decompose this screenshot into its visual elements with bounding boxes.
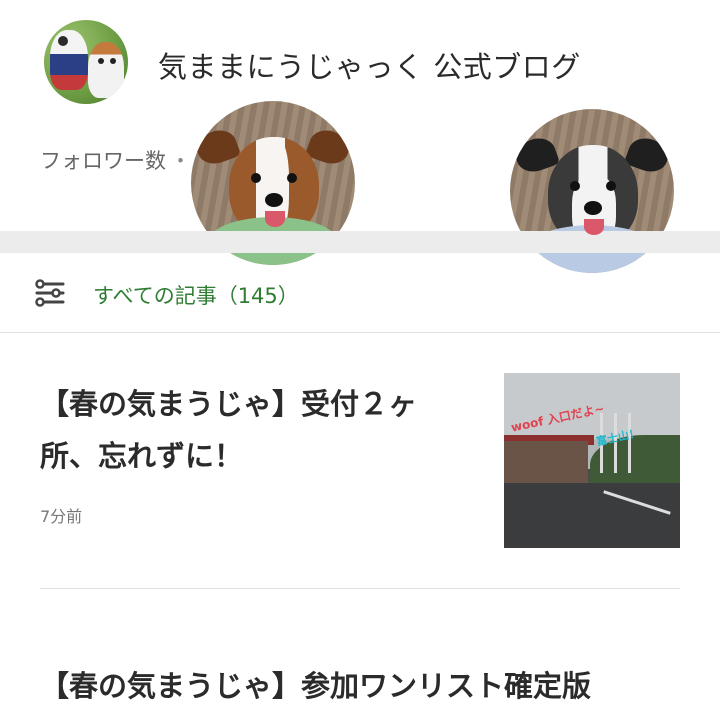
filter-sliders-icon[interactable] xyxy=(34,277,66,309)
blog-header: 気ままにうじゃっく 公式ブログ フォロワー数・ xyxy=(0,0,720,273)
thumbnail-parking-lot xyxy=(504,483,680,548)
follower-separator: ・ xyxy=(170,149,191,173)
all-articles-filter[interactable]: すべての記事（145） xyxy=(93,280,299,310)
dog-tongue xyxy=(265,211,285,227)
article-thumbnail[interactable]: woof 入口だよ~ 富士山！ xyxy=(504,373,680,548)
dog-eye xyxy=(287,173,297,183)
dog-tongue xyxy=(584,219,604,235)
section-divider xyxy=(0,231,720,253)
article-filter-bar[interactable]: すべての記事（145） xyxy=(0,253,720,333)
article-list-item[interactable]: 【春の気まうじゃ】参加ワンリスト確定版 xyxy=(40,660,680,720)
follower-count[interactable]: フォロワー数・ xyxy=(40,145,191,175)
avatar-dog-right xyxy=(88,42,124,98)
blog-title[interactable]: 気ままにうじゃっく 公式ブログ xyxy=(158,44,581,86)
dog-eye xyxy=(251,173,261,183)
dog-eye xyxy=(570,181,580,191)
avatar-dog-left xyxy=(50,30,88,90)
article-title[interactable]: 【春の気まうじゃ】受付２ヶ所、忘れずに！ xyxy=(40,378,470,482)
dog-nose xyxy=(265,193,283,207)
article-title[interactable]: 【春の気まうじゃ】参加ワンリスト確定版 xyxy=(40,660,680,712)
article-list-item[interactable]: 【春の気まうじゃ】受付２ヶ所、忘れずに！ 7分前 woof 入口だよ~ 富士山！ xyxy=(40,373,680,589)
article-timestamp: 7分前 xyxy=(40,507,83,526)
blog-avatar[interactable] xyxy=(44,20,128,104)
thumbnail-caption-entrance: woof 入口だよ~ xyxy=(509,401,606,435)
thumbnail-pole xyxy=(628,413,631,473)
follower-count-label: フォロワー数 xyxy=(40,149,166,173)
dog-eye xyxy=(606,181,616,191)
dog-nose xyxy=(584,201,602,215)
